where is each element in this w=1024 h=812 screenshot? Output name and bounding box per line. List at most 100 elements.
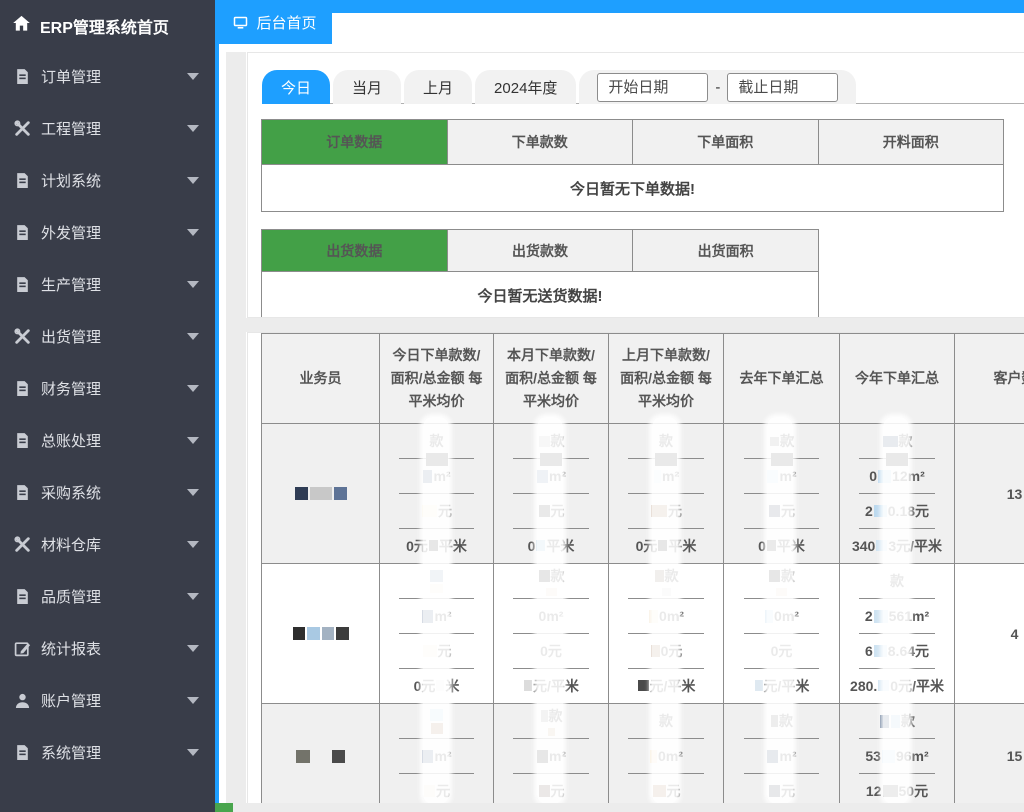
redaction-block	[767, 470, 778, 483]
filter-tab-2[interactable]: 当月	[333, 70, 401, 104]
redaction-block	[882, 750, 895, 763]
report-value-cell: 元	[724, 774, 840, 804]
redaction-block	[883, 785, 898, 797]
sidebar-item-9[interactable]: 采购系统	[0, 466, 215, 518]
filter-tab-4[interactable]: 2024年度	[475, 70, 576, 104]
file-icon	[13, 743, 31, 761]
report-value-cell: 款	[494, 424, 609, 459]
home-icon	[12, 14, 31, 38]
sidebar-item-label: 材料仓库	[41, 534, 187, 555]
filter-tab-1[interactable]: 今日	[262, 70, 330, 104]
redaction-block	[334, 487, 347, 500]
cell-text: 0	[758, 538, 766, 554]
report-value-cell: 款	[609, 564, 724, 599]
end-date-input[interactable]	[727, 73, 838, 102]
chevron-down-icon	[187, 229, 199, 236]
report-value-cell	[380, 704, 494, 739]
cell-text: 0元	[540, 641, 562, 661]
redaction-block	[524, 680, 532, 691]
cell-text: m²	[549, 748, 566, 764]
tab-backend-home[interactable]: 后台首页	[218, 0, 332, 44]
section-header-cell[interactable]: 出货款数	[447, 230, 633, 272]
cell-text: 元/平米	[650, 676, 696, 696]
file-icon	[13, 275, 31, 293]
sidebar-item-10[interactable]: 材料仓库	[0, 518, 215, 570]
sidebar-item-13[interactable]: 账户管理	[0, 674, 215, 726]
redaction-block	[767, 750, 778, 763]
redaction-block	[539, 785, 550, 797]
report-value-cell: 款	[609, 704, 724, 739]
start-date-input[interactable]	[597, 73, 708, 102]
chevron-down-icon	[187, 541, 199, 548]
report-value-cell: m²	[380, 739, 494, 774]
sidebar-item-label: 工程管理	[41, 118, 187, 139]
section-title-cell[interactable]: 订单数据	[262, 120, 448, 165]
sidebar-item-7[interactable]: 财务管理	[0, 362, 215, 414]
cell-text: m²	[434, 748, 451, 764]
file-icon	[13, 379, 31, 397]
customer-count-cell: 13	[955, 424, 1024, 564]
cell-text: 元	[551, 781, 565, 801]
section-title-cell[interactable]: 出货数据	[262, 230, 448, 272]
redaction-block	[423, 645, 437, 657]
report-header-cell: 业务员	[262, 334, 380, 424]
report-value-cell: 元	[494, 494, 609, 529]
sidebar-item-14[interactable]: 系统管理	[0, 726, 215, 778]
left-gutter	[226, 52, 246, 803]
sidebar-item-2[interactable]: 工程管理	[0, 102, 215, 154]
report-value-cell: 元	[494, 774, 609, 804]
sidebar-item-3[interactable]: 计划系统	[0, 154, 215, 206]
sidebar-item-5[interactable]: 生产管理	[0, 258, 215, 310]
section-header-cell[interactable]: 下单面积	[633, 120, 819, 165]
report-value-cell: 款	[494, 564, 609, 599]
tab-label: 后台首页	[256, 12, 316, 33]
cell-text: 元	[781, 501, 795, 521]
redaction-block	[771, 715, 778, 727]
sidebar-item-4[interactable]: 外发管理	[0, 206, 215, 258]
redaction-block	[876, 540, 887, 551]
cell-text: 款	[551, 566, 565, 586]
cell-text: 元/平米	[764, 676, 810, 696]
sidebar-item-label: 财务管理	[41, 378, 187, 399]
redaction-block	[430, 570, 443, 582]
cell-text: 561m²	[889, 608, 929, 624]
redaction-block	[426, 453, 448, 466]
salesperson-report-table: 业务员今日下单款数/面积/总金额 每平米均价本月下单款数/面积/总金额 每平米均…	[261, 333, 1024, 803]
sidebar-item-11[interactable]: 品质管理	[0, 570, 215, 622]
cell-text: 元	[667, 781, 681, 801]
report-value-cell: m²	[724, 739, 840, 774]
redaction-block	[546, 588, 557, 596]
report-value-cell: 0元平米	[609, 529, 724, 564]
cell-text: 款	[899, 431, 913, 451]
report-value-cell: 元/平米	[724, 669, 840, 704]
tab-bar	[219, 0, 1024, 13]
cell-text: 0	[869, 468, 877, 484]
cell-text: 12	[866, 783, 882, 799]
section-header-cell[interactable]: 出货面积	[633, 230, 819, 272]
shipment-data-table: 出货数据出货款数出货面积 今日暂无送货数据!	[261, 229, 819, 318]
horizontal-scrollbar[interactable]	[223, 803, 1024, 812]
sidebar-home[interactable]: ERP管理系统首页	[0, 0, 215, 46]
chevron-down-icon	[187, 437, 199, 444]
redaction-block	[878, 470, 891, 483]
cell-text: 款	[549, 706, 563, 726]
section-header-cell[interactable]: 下单款数	[447, 120, 633, 165]
sidebar-title: ERP管理系统首页	[40, 14, 169, 38]
sidebar-item-6[interactable]: 出货管理	[0, 310, 215, 362]
redaction-block	[771, 453, 793, 466]
redaction-block	[540, 453, 562, 466]
filter-bar: 今日当月上月2024年度-	[262, 70, 1024, 104]
report-value-cell: 元	[609, 774, 724, 804]
report-value-cell: 0m²	[609, 599, 724, 634]
sidebar-item-8[interactable]: 总账处理	[0, 414, 215, 466]
filter-tab-3[interactable]: 上月	[404, 70, 472, 104]
redaction-block	[537, 750, 548, 763]
sidebar-item-12[interactable]: 统计报表	[0, 622, 215, 674]
customer-count-cell: 15	[955, 704, 1024, 804]
sidebar-item-1[interactable]: 订单管理	[0, 50, 215, 102]
scrollbar-thumb[interactable]	[215, 803, 233, 812]
redaction-block	[874, 610, 888, 623]
redaction-block	[878, 680, 889, 691]
section-header-cell[interactable]: 开料面积	[818, 120, 1004, 165]
report-value-cell: 0m²	[494, 599, 609, 634]
